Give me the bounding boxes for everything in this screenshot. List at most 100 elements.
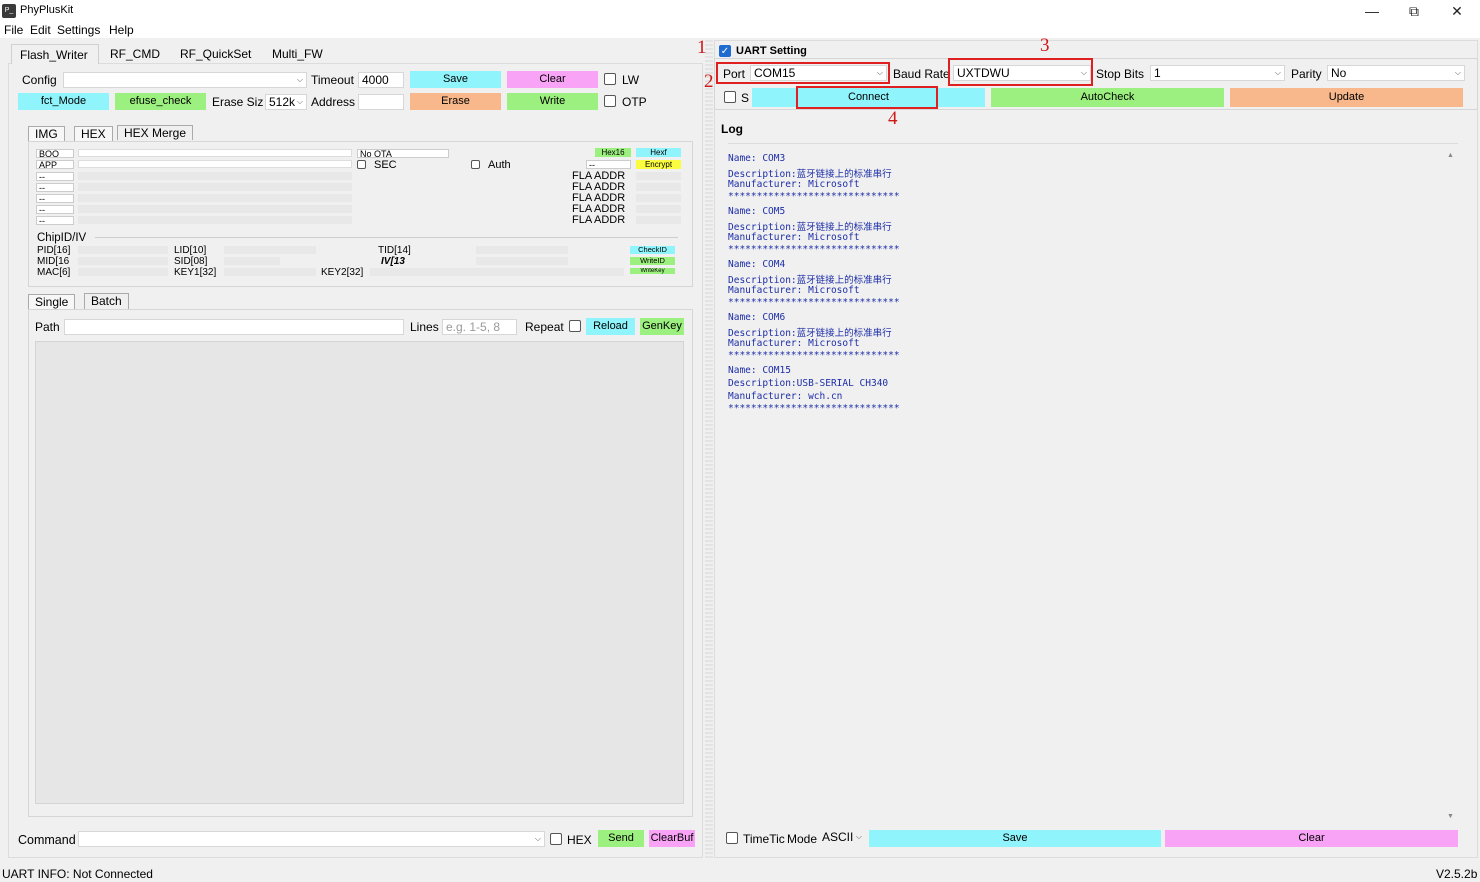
menu-edit[interactable]: Edit [30, 23, 51, 37]
genkey-button[interactable]: GenKey [640, 318, 684, 335]
sec-checkbox[interactable] [357, 160, 366, 169]
autocheck-button[interactable]: AutoCheck [991, 88, 1224, 107]
slot-combo-5[interactable]: -- [36, 216, 74, 225]
slot-path-3[interactable] [78, 194, 352, 202]
encrypt-button[interactable]: Encrypt [636, 160, 681, 169]
boot-combo[interactable]: BOO [36, 149, 74, 158]
hex-checkbox[interactable] [550, 833, 562, 845]
send-button[interactable]: Send [598, 830, 644, 847]
lines-input[interactable]: e.g. 1-5, 8 [442, 319, 517, 335]
subtab-hex[interactable]: HEX [74, 126, 113, 141]
fla-addr-input-4[interactable] [636, 205, 681, 213]
slot-path-1[interactable] [78, 172, 352, 180]
check-id-button[interactable]: CheckID [630, 246, 675, 254]
tid-input[interactable] [476, 246, 568, 254]
fla-addr-input-3[interactable] [636, 194, 681, 202]
lw-checkbox[interactable] [604, 73, 616, 85]
slot-path-5[interactable] [78, 216, 352, 224]
timeout-input[interactable]: 4000 [358, 72, 404, 88]
scroll-up-icon[interactable]: ▲ [1447, 152, 1454, 159]
log-line: Name: COM6 [728, 312, 786, 323]
mac-input[interactable] [78, 268, 168, 276]
command-input[interactable] [78, 831, 545, 847]
clear-log-button[interactable]: Clear [1165, 830, 1458, 847]
close-button[interactable]: ✕ [1434, 0, 1480, 22]
tab-rf-cmd[interactable]: RF_CMD [102, 44, 168, 64]
chipid-divider [95, 237, 678, 238]
fct-mode-button[interactable]: fct_Mode [18, 93, 109, 110]
minimize-button[interactable]: — [1349, 0, 1395, 22]
iv-input[interactable] [476, 257, 568, 265]
menu-settings[interactable]: Settings [57, 23, 100, 37]
log-view[interactable]: Name: COM3 Description:蓝牙链接上的标准串行 Manufa… [728, 143, 1458, 823]
slot-combo-4[interactable]: -- [36, 205, 74, 214]
restore-button[interactable]: ⧉ [1391, 0, 1437, 22]
menu-bar [0, 21, 1480, 38]
tab-batch[interactable]: Batch [84, 293, 129, 310]
annotation-box-baud [948, 58, 1093, 86]
sid-label: SID[08] [174, 256, 208, 267]
write-key-button[interactable]: WriteKey [630, 268, 675, 274]
address-label: Address [311, 95, 356, 109]
fla-addr-input-1[interactable] [636, 172, 681, 180]
key2-input[interactable] [370, 268, 624, 276]
menu-file[interactable]: File [4, 23, 23, 37]
auth-checkbox[interactable] [471, 160, 480, 169]
clear-config-button[interactable]: Clear [507, 71, 598, 88]
mid-input[interactable] [78, 257, 168, 265]
address-input[interactable] [358, 94, 404, 110]
efuse-check-button[interactable]: efuse_check [115, 93, 206, 110]
command-label: Command [18, 833, 76, 847]
pid-input[interactable] [78, 246, 168, 254]
tab-rf-quickset[interactable]: RF_QuickSet [172, 44, 259, 64]
subtab-hex-merge[interactable]: HEX Merge [117, 125, 194, 140]
stop-bits-combo[interactable]: 1 [1150, 65, 1285, 81]
fla-addr-input-5[interactable] [636, 216, 681, 224]
hex16-button[interactable]: Hex16 [595, 148, 631, 157]
config-combo[interactable] [63, 72, 307, 88]
app-combo[interactable]: APP [36, 160, 74, 169]
timetic-checkbox[interactable] [726, 832, 738, 844]
save-log-button[interactable]: Save [869, 830, 1161, 847]
mode-combo[interactable]: ASCII [819, 830, 865, 846]
reload-button[interactable]: Reload [586, 318, 635, 335]
write-button[interactable]: Write [507, 93, 598, 110]
window-title: PhyPlusKit [20, 4, 74, 16]
tab-single[interactable]: Single [28, 294, 76, 310]
uart-setting-checkbox[interactable]: ✓ [719, 45, 731, 57]
path-input[interactable] [64, 319, 404, 335]
timetic-label: TimeTic [743, 832, 785, 846]
slot-path-4[interactable] [78, 205, 352, 213]
menu-help[interactable]: Help [109, 23, 134, 37]
tab-multi-fw[interactable]: Multi_FW [264, 44, 331, 64]
fla-addr-input-2[interactable] [636, 183, 681, 191]
lid-input[interactable] [224, 246, 316, 254]
subtab-img[interactable]: IMG [28, 126, 65, 141]
slot-combo-1[interactable]: -- [36, 172, 74, 181]
sid-input[interactable] [224, 257, 280, 265]
boot-path-input[interactable] [78, 149, 352, 157]
repeat-checkbox[interactable] [569, 320, 581, 332]
scroll-down-icon[interactable]: ▼ [1447, 813, 1454, 820]
app-path-input[interactable] [78, 160, 352, 168]
slot-combo-2[interactable]: -- [36, 183, 74, 192]
s-checkbox[interactable] [724, 91, 736, 103]
batch-table[interactable] [35, 341, 684, 804]
log-line: ****************************** [728, 244, 900, 255]
otp-checkbox[interactable] [604, 95, 616, 107]
key1-input[interactable] [224, 268, 316, 276]
save-config-button[interactable]: Save [410, 71, 501, 88]
ota-combo[interactable]: No OTA [357, 149, 449, 158]
write-id-button[interactable]: WriteID [630, 257, 675, 265]
hexf-button[interactable]: Hexf [636, 148, 681, 157]
update-button[interactable]: Update [1230, 88, 1463, 107]
tab-flash-writer[interactable]: Flash_Writer [11, 44, 99, 64]
clearbuf-button[interactable]: ClearBuf [649, 830, 695, 847]
pane-splitter[interactable] [705, 40, 713, 858]
erase-size-combo[interactable]: 512k [265, 94, 307, 110]
parity-combo[interactable]: No [1327, 65, 1465, 81]
erase-button[interactable]: Erase [410, 93, 501, 110]
slot-combo-3[interactable]: -- [36, 194, 74, 203]
encrypt-combo[interactable]: -- [586, 160, 631, 169]
slot-path-2[interactable] [78, 183, 352, 191]
